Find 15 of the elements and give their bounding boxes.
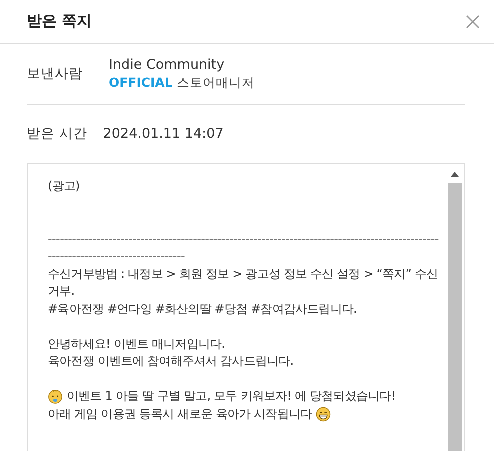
message-text: 안녕하세요! 이벤트 매니저입니다. <box>48 336 226 352</box>
message-text: #육아전쟁 #언다잉 #화산의딸 #당첨 #참여감사드립니다. <box>48 300 358 318</box>
message-text: (광고) <box>48 178 81 195</box>
message-text: 수신거부방법 : 내정보 > 회원 정보 > 광고성 정보 수신 설정 > “쪽지” 수신거부. <box>48 266 439 300</box>
sender-role: 스토어매니저 <box>176 74 255 92</box>
dashed-separator: ----------------------------------------------------------------------------------------------------------------------------------- <box>48 230 439 265</box>
message-text: 아래 게임 이용권 등록시 새로운 육아가 시작됩니다 <box>48 406 312 422</box>
field-label: 보낸사람 <box>27 65 83 83</box>
dialog-title: 받은 쪽지 <box>27 12 92 31</box>
field-label: 받은 시간 <box>27 125 88 143</box>
official-label: OFFICIAL <box>109 74 173 92</box>
sender-name: Indie Community <box>109 56 226 72</box>
message-text: 육아전쟁 이벤트에 참여해주셔서 감사드립니다. <box>48 353 295 370</box>
received-time: 2024.01.11 14:07 <box>103 126 224 142</box>
message-text: 이벤트 1 아들 딸 구별 말고, 모두 키워보자! 에 당첨되셨습니다! <box>67 388 396 405</box>
